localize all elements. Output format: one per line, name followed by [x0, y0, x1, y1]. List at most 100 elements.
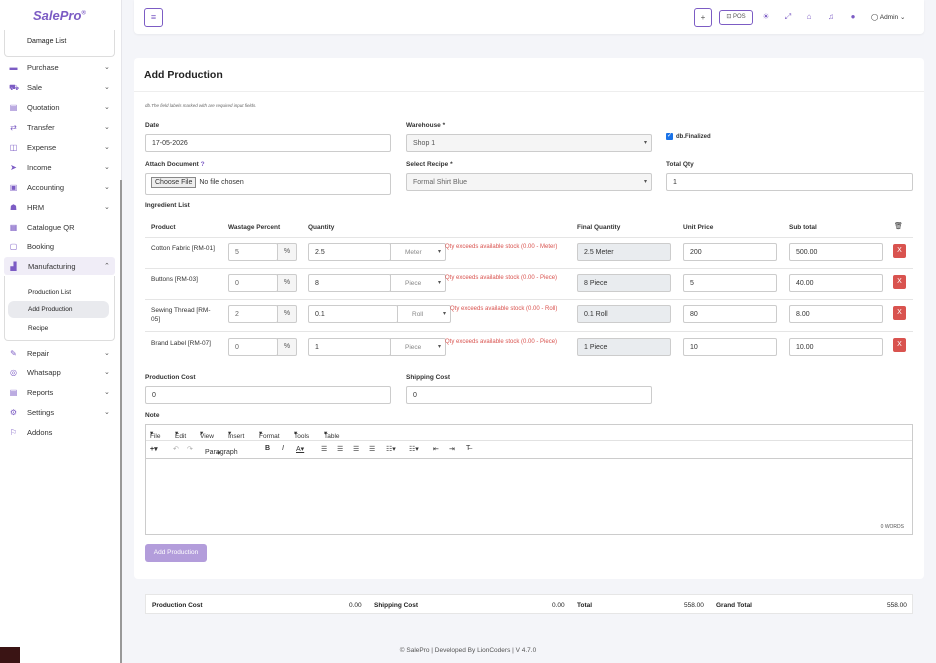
warehouse-select[interactable]: Shop 1	[406, 134, 652, 152]
production-cost-field[interactable]: 0	[145, 386, 391, 404]
wastage-input[interactable]: 0	[228, 338, 278, 356]
help-icon[interactable]: ?	[201, 161, 205, 168]
col-product: Product	[151, 224, 176, 231]
bold-icon[interactable]: B	[265, 445, 270, 452]
sidebar-item-settings[interactable]: ⚙ Settings ⌄	[0, 403, 120, 421]
attach-file-input[interactable]: Choose File No file chosen	[145, 173, 391, 195]
editor-menu-tools[interactable]: Tools ▾	[294, 429, 309, 440]
menu-label: Format	[259, 433, 280, 440]
divider	[134, 91, 924, 92]
logo[interactable]: SalePro®	[33, 8, 86, 23]
user-menu[interactable]: ◯ Admin ⌄	[871, 13, 905, 21]
editor-menu-view[interactable]: View ▾	[200, 429, 214, 440]
quantity-input[interactable]: 1	[308, 338, 391, 356]
unit-price-input[interactable]: 80	[683, 305, 777, 323]
quantity-input[interactable]: 0.1	[308, 305, 398, 323]
bell-icon[interactable]: ♫	[826, 12, 836, 21]
sidebar-item-recipe[interactable]: Recipe	[8, 320, 109, 337]
unit-select[interactable]: Roll	[397, 305, 451, 323]
corner-widget[interactable]	[0, 647, 20, 663]
sidebar-item-purchase[interactable]: ▬ Purchase ⌄	[0, 58, 120, 76]
chevron-down-icon: ⌄	[104, 104, 110, 111]
unit-price-input[interactable]: 200	[683, 243, 777, 261]
sidebar-item-addons[interactable]: ⚐ Addons	[0, 423, 120, 441]
add-new-button[interactable]: +	[694, 8, 712, 27]
sidebar-item-add-production[interactable]: Add Production	[8, 301, 109, 318]
add-production-button[interactable]: Add Production	[145, 544, 207, 562]
user-icon: ◯	[871, 14, 879, 21]
shipping-cost-field[interactable]: 0	[406, 386, 652, 404]
delete-row-button[interactable]: X	[893, 275, 906, 289]
qr-icon: ▦	[9, 222, 18, 232]
note-editor[interactable]: File ▾ Edit ▾ View ▾ Insert ▾ Format ▾ T…	[145, 424, 913, 535]
align-left-icon[interactable]: ☰	[321, 445, 327, 453]
recipe-select[interactable]: Formal Shirt Blue	[406, 173, 652, 191]
editor-menu-edit[interactable]: Edit ▾	[175, 429, 186, 440]
sidebar-item-quotation[interactable]: ▤ Quotation ⌄	[0, 98, 120, 116]
sidebar-item-manufacturing[interactable]: ▟ Manufacturing ⌃	[4, 257, 115, 275]
italic-icon[interactable]: I	[282, 445, 284, 452]
sidebar-item-production-list[interactable]: Production List	[8, 284, 109, 301]
sidebar-item-reports[interactable]: ▤ Reports ⌄	[0, 383, 120, 401]
sidebar-item-whatsapp[interactable]: ◎ Whatsapp ⌄	[0, 363, 120, 381]
total-qty-field[interactable]: 1	[666, 173, 913, 191]
wastage-input[interactable]: 0	[228, 274, 278, 292]
sidebar-item-accounting[interactable]: ▣ Accounting ⌄	[0, 178, 120, 196]
row-divider	[145, 331, 913, 332]
editor-menu-file[interactable]: File ▾	[150, 429, 160, 440]
outdent-icon[interactable]: ⇤	[433, 445, 439, 453]
row-divider	[145, 299, 913, 300]
numbered-list-icon[interactable]: ☷▾	[409, 445, 419, 453]
delete-row-button[interactable]: X	[893, 338, 906, 352]
text-color-icon[interactable]: A▾	[296, 445, 304, 453]
align-center-icon[interactable]: ☰	[337, 445, 343, 453]
theme-icon[interactable]: ☀	[761, 12, 771, 21]
subtotal-field: 500.00	[789, 243, 883, 261]
sidebar-item-sale[interactable]: ⛟ Sale ⌄	[0, 78, 120, 96]
totals-total: 558.00	[684, 602, 704, 609]
globe-icon[interactable]: ●	[848, 12, 858, 21]
sidebar-item-transfer[interactable]: ⇄ Transfer ⌄	[0, 118, 120, 136]
unit-select[interactable]: Piece	[390, 338, 446, 356]
align-justify-icon[interactable]: ☰	[369, 445, 375, 453]
sidebar-item-damage-list[interactable]: Damage List	[27, 38, 66, 45]
sidebar-item-catalogue-qr[interactable]: ▦ Catalogue QR	[0, 218, 120, 236]
cash-register-icon[interactable]: ⌂	[804, 12, 814, 21]
editor-menu-format[interactable]: Format ▾	[259, 429, 280, 440]
sidebar-item-hrm[interactable]: ☗ HRM ⌄	[0, 198, 120, 216]
delete-row-button[interactable]: X	[893, 244, 906, 258]
sidebar-item-booking[interactable]: ▢ Booking	[0, 237, 120, 255]
unit-select[interactable]: Piece	[390, 274, 446, 292]
indent-icon[interactable]: ⇥	[449, 445, 455, 453]
undo-icon[interactable]: ↶	[173, 445, 179, 453]
final-quantity: 8 Piece	[577, 274, 671, 292]
menu-toggle-button[interactable]: ≡	[144, 8, 163, 27]
unit-price-input[interactable]: 10	[683, 338, 777, 356]
choose-file-button[interactable]: Choose File	[151, 177, 197, 188]
sidebar-item-label: Accounting	[27, 182, 65, 192]
finalized-checkbox[interactable]: ✓	[666, 133, 673, 140]
sidebar-item-repair[interactable]: ✎ Repair ⌄	[0, 344, 120, 362]
fullscreen-icon[interactable]: ⤢	[783, 12, 793, 22]
quantity-input[interactable]: 8	[308, 274, 391, 292]
chevron-down-icon: ⌄	[104, 64, 110, 71]
editor-menu-table[interactable]: Table ▾	[324, 429, 340, 440]
unit-price-input[interactable]: 5	[683, 274, 777, 292]
quantity-input[interactable]: 2.5	[308, 243, 391, 261]
align-right-icon[interactable]: ☰	[353, 445, 359, 453]
unit-select[interactable]: Meter	[390, 243, 446, 261]
sidebar-scrollbar[interactable]	[120, 180, 122, 663]
totals-total-label: Total	[577, 602, 593, 609]
editor-menu-insert[interactable]: Insert ▾	[228, 429, 244, 440]
redo-icon[interactable]: ↷	[187, 445, 193, 453]
clear-format-icon[interactable]: T̶	[466, 445, 470, 452]
wastage-input[interactable]: 2	[228, 305, 278, 323]
sidebar-item-income[interactable]: ➤ Income ⌄	[0, 158, 120, 176]
bullet-list-icon[interactable]: ☷▾	[386, 445, 396, 453]
wastage-input[interactable]: 5	[228, 243, 278, 261]
insert-plus-icon[interactable]: +▾	[150, 445, 158, 453]
date-field[interactable]: 17-05-2026	[145, 134, 391, 152]
sidebar-item-expense[interactable]: ◫ Expense ⌄	[0, 138, 120, 156]
delete-row-button[interactable]: X	[893, 306, 906, 320]
pos-button[interactable]: ⊡ POS	[719, 10, 753, 25]
